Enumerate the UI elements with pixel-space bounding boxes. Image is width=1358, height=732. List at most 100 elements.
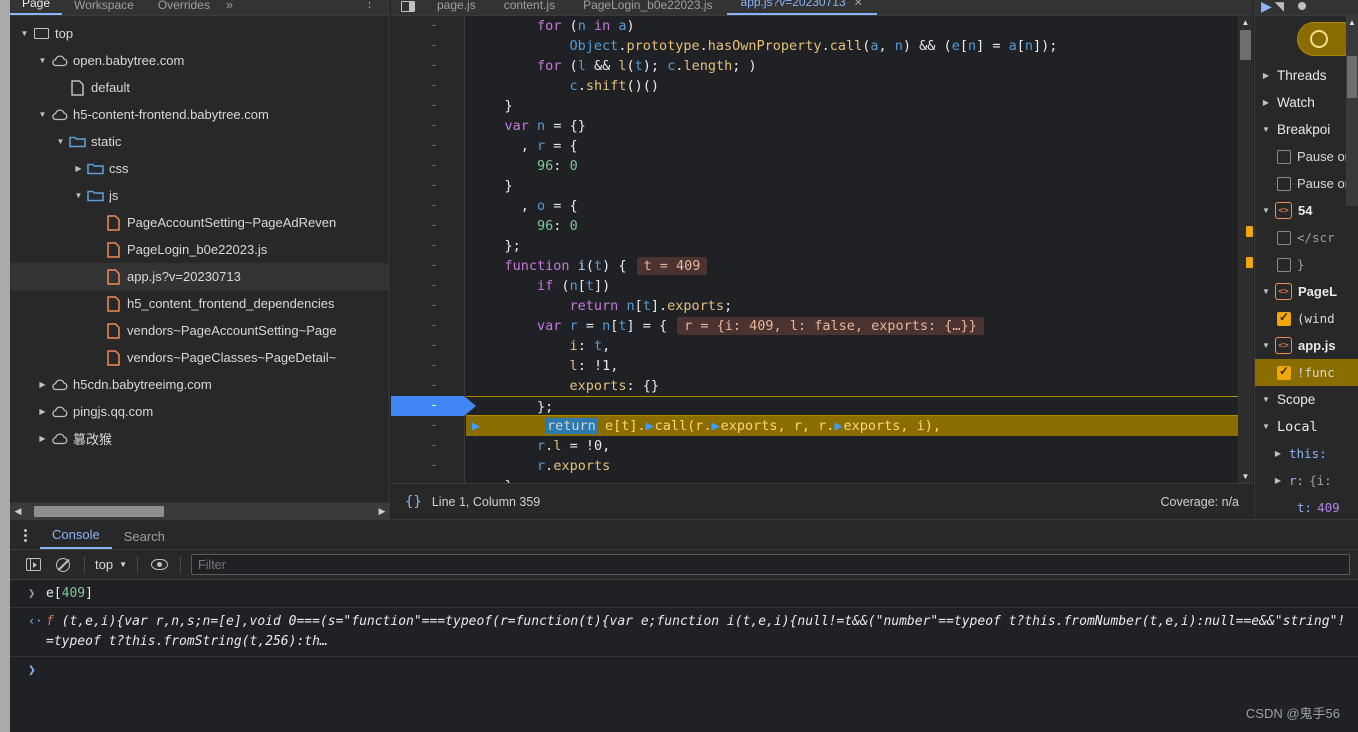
gutter-line[interactable]: - [391,136,464,156]
chevron-down-icon[interactable]: ▼ [18,29,31,38]
chevron-down-icon[interactable]: ▼ [1259,287,1273,296]
editor-tab-app-js[interactable]: app.js?v=20230713 ✕ [726,0,877,15]
chevron-right-icon[interactable]: ▶ [72,164,85,173]
code-line[interactable]: exports: {} [466,376,1253,396]
gutter-line[interactable]: - [391,196,464,216]
scope-variable[interactable]: ▶ this: [1255,440,1358,467]
debugger-scroll-up-icon[interactable]: ▲ [1346,18,1358,27]
paused-code-line[interactable]: ▶ return e[t].▶call(r.▶exports, r, r.▶ex… [466,416,1253,436]
resume-script-icon[interactable]: ▶ [1261,0,1272,13]
editor-tab-content-js[interactable]: content.js [490,0,569,15]
gutter-line[interactable]: - [391,236,464,256]
gutter-line[interactable] [391,476,464,483]
breakpoint-checkbox[interactable] [1277,230,1291,245]
gutter-line[interactable]: - [391,256,464,276]
nav-tab-overrides[interactable]: Overrides [146,0,222,15]
chevron-down-icon[interactable]: ▼ [72,191,85,200]
code-line[interactable]: if (n[t]) [466,276,1253,296]
gutter-line[interactable]: - [391,336,464,356]
scope-variable[interactable]: t: 409 [1255,494,1358,519]
chevron-down-icon[interactable]: ▼ [36,56,49,65]
code-line[interactable]: l: !1, [466,356,1253,376]
editor-tab-pagelogin-js[interactable]: PageLogin_b0e22023.js [569,0,726,15]
code-line[interactable]: 96: 0 [466,216,1253,236]
chevron-down-icon[interactable]: ▼ [36,110,49,119]
code-line[interactable]: var n = {} [466,116,1253,136]
step-into-marker-icon[interactable]: ▶ [712,416,721,436]
scroll-right-arrow-icon[interactable]: ▶ [374,506,390,517]
chevron-down-icon[interactable]: ▼ [1259,341,1273,350]
tab-search[interactable]: Search [112,529,177,549]
code-line[interactable]: }; [466,236,1253,256]
debugger-more-icon[interactable] [1298,2,1307,10]
tree-item-pagelogin-b0e22023-js[interactable]: · PageLogin_b0e22023.js [10,236,390,263]
breakpoint-group[interactable]: ▼ <> PageL [1255,278,1358,305]
chevron-right-icon[interactable]: ▶ [1271,449,1285,458]
tree-item-[interactable]: ▶ 篡改猴 [10,425,390,452]
debugger-section-watch[interactable]: ▶ Watch [1255,89,1358,116]
console-sidebar-icon[interactable] [18,553,48,577]
checkbox[interactable] [1277,176,1291,191]
file-tree[interactable]: ▼ top ▼ open.babytree.com · default ▼ h5-conten… [10,16,390,488]
chevron-right-icon[interactable]: ▶ [36,434,49,443]
debugger-section-breakpoi[interactable]: ▼ Breakpoi [1255,116,1358,143]
editor-scrollbar-thumb[interactable] [1240,30,1251,60]
code-line[interactable]: 96: 0 [466,156,1253,176]
scrollbar-thumb[interactable] [34,505,164,517]
navigator-toggle-icon[interactable] [397,0,419,13]
tree-item-pageaccountsetting-pageadreven[interactable]: · PageAccountSetting~PageAdReven [10,209,390,236]
debugger-sections[interactable]: ▶ Threads ▶ Watch ▼ Breakpoi Pause on Pause on ▼… [1255,62,1358,519]
chevron-down-icon[interactable]: ▼ [1259,395,1273,404]
pause-on-exceptions-checkbox[interactable]: Pause on [1255,143,1358,170]
chevron-right-icon[interactable]: ▶ [36,407,49,416]
debugger-scrollbar[interactable]: ▲ [1346,16,1358,206]
tree-item-open-babytree-com[interactable]: ▼ open.babytree.com [10,47,390,74]
gutter-line[interactable]: - [391,316,464,336]
console-filter-input[interactable]: Filter [191,554,1350,575]
breakpoint-group[interactable]: ▼ <> 54 [1255,197,1358,224]
tree-item-h5cdn-babytreeimg-com[interactable]: ▶ h5cdn.babytreeimg.com [10,371,390,398]
debugger-section-threads[interactable]: ▶ Threads [1255,62,1358,89]
gutter-line[interactable]: - [391,296,464,316]
step-over-icon[interactable]: ◥ [1275,0,1284,13]
gutter-line[interactable]: - [391,416,464,436]
code-line[interactable]: , o = { [466,196,1253,216]
step-into-marker-icon[interactable]: ▶ [472,416,481,436]
tree-item-vendors-pageaccountsetting-page[interactable]: · vendors~PageAccountSetting~Page [10,317,390,344]
gutter-line[interactable]: - [391,356,464,376]
breakpoint-item[interactable]: (wind [1255,305,1358,332]
navigator-menu-icon[interactable]: ⋮ [363,0,390,15]
tree-item-h5-content-frontend-dependencies[interactable]: · h5_content_frontend_dependencies [10,290,390,317]
gutter-line[interactable]: - [391,156,464,176]
console-input-row[interactable]: ❯ e[409] [10,580,1358,608]
tree-item-top[interactable]: ▼ top [10,20,390,47]
code-line[interactable]: for (l && l(t); c.length; ) [466,56,1253,76]
code-line[interactable]: function i(t) {t = 409 [466,256,1253,276]
breakpoint-checkbox[interactable] [1277,257,1291,272]
breakpoint-item[interactable]: </scr [1255,224,1358,251]
close-icon[interactable]: ✕ [854,0,863,9]
editor-tab-page-js[interactable]: page.js [423,0,490,15]
code-line[interactable]: i: t, [466,336,1253,356]
gutter-line[interactable]: - [391,456,464,476]
breakpoint-checkbox[interactable] [1277,364,1291,380]
gutter-line[interactable]: - [391,36,464,56]
tree-item-css[interactable]: ▶ css [10,155,390,182]
code-line[interactable]: } [466,96,1253,116]
chevron-right-icon[interactable]: ▶ [1271,476,1285,485]
code-area[interactable]: ----------------------- for (n in a) Obj… [391,16,1253,483]
scope-local[interactable]: ▼ Local [1255,413,1358,440]
gutter-line[interactable]: - [391,176,464,196]
gutter-line[interactable]: - [391,96,464,116]
tab-console[interactable]: Console [40,527,112,549]
code-line[interactable]: } [466,476,1253,483]
debugger-scrollbar-thumb[interactable] [1347,56,1357,98]
debugger-section-scope[interactable]: ▼ Scope [1255,386,1358,413]
breakpoint-group[interactable]: ▼ <> app.js [1255,332,1358,359]
scroll-up-arrow-icon[interactable]: ▲ [1238,16,1253,29]
gutter-line[interactable]: - [391,76,464,96]
gutter-line[interactable]: - [391,56,464,76]
tree-item-app-js-v-20230713[interactable]: · app.js?v=20230713 [10,263,390,290]
nav-tabs-more-icon[interactable]: » [222,0,239,15]
gutter-execution-marker[interactable]: - [391,396,476,416]
